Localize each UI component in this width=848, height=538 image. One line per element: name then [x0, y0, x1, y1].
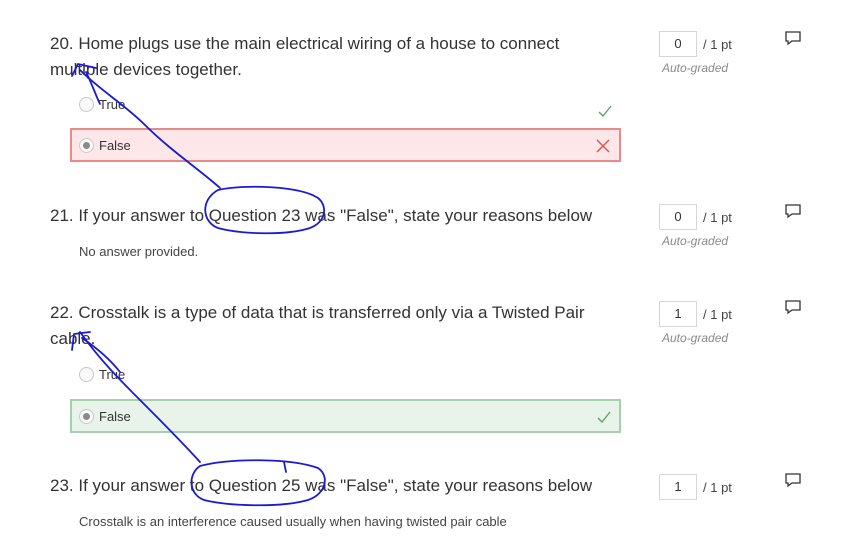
question-22-title: 22. Crosstalk is a type of data that is …	[50, 303, 585, 348]
points-label: / 1 pt	[703, 306, 732, 322]
radio-button[interactable]	[79, 367, 94, 382]
comment-icon[interactable]	[784, 30, 802, 46]
auto-graded-label: Auto-graded	[662, 61, 729, 75]
option-label: True	[99, 367, 126, 382]
radio-button-selected[interactable]	[79, 138, 94, 153]
option-label: True	[99, 97, 126, 112]
check-icon	[598, 105, 612, 118]
option-label: False	[99, 138, 131, 153]
radio-button[interactable]	[79, 97, 94, 112]
points-label: / 1 pt	[703, 209, 732, 225]
score-q22: 1 / 1 pt Auto-graded	[659, 301, 745, 345]
question-21-title: 21. If your answer to Question 23 was "F…	[50, 206, 593, 225]
points-label: / 1 pt	[703, 479, 732, 495]
comment-icon[interactable]	[784, 203, 802, 219]
score-input[interactable]: 0	[659, 204, 697, 230]
option-true-q20[interactable]: True	[79, 97, 125, 112]
check-icon	[597, 411, 611, 424]
option-label: False	[99, 409, 131, 424]
points-label: / 1 pt	[703, 36, 732, 52]
text-answer-q21: No answer provided.	[79, 244, 199, 259]
option-false-q20[interactable]: False	[79, 138, 131, 153]
radio-button-selected[interactable]	[79, 409, 94, 424]
question-20-title: 20. Home plugs use the main electrical w…	[50, 34, 560, 79]
cross-icon	[596, 139, 610, 153]
score-q23: 1 / 1 pt	[659, 474, 745, 500]
score-q21: 0 / 1 pt Auto-graded	[659, 204, 745, 248]
auto-graded-label: Auto-graded	[662, 234, 729, 248]
text-answer-q23: Crosstalk is an interference caused usua…	[79, 514, 507, 529]
comment-icon[interactable]	[784, 472, 802, 488]
option-true-q22[interactable]: True	[79, 367, 125, 382]
answer-false-q22[interactable]: False	[70, 399, 621, 433]
question-23-title: 23. If your answer to Question 25 was "F…	[50, 476, 593, 495]
score-q20: 0 / 1 pt Auto-graded	[659, 31, 745, 75]
option-false-q22[interactable]: False	[79, 409, 131, 424]
auto-graded-label: Auto-graded	[662, 331, 729, 345]
comment-icon[interactable]	[784, 299, 802, 315]
score-input[interactable]: 1	[659, 301, 697, 327]
answer-false-q20[interactable]: False	[70, 128, 621, 162]
score-input[interactable]: 1	[659, 474, 697, 500]
score-input[interactable]: 0	[659, 31, 697, 57]
